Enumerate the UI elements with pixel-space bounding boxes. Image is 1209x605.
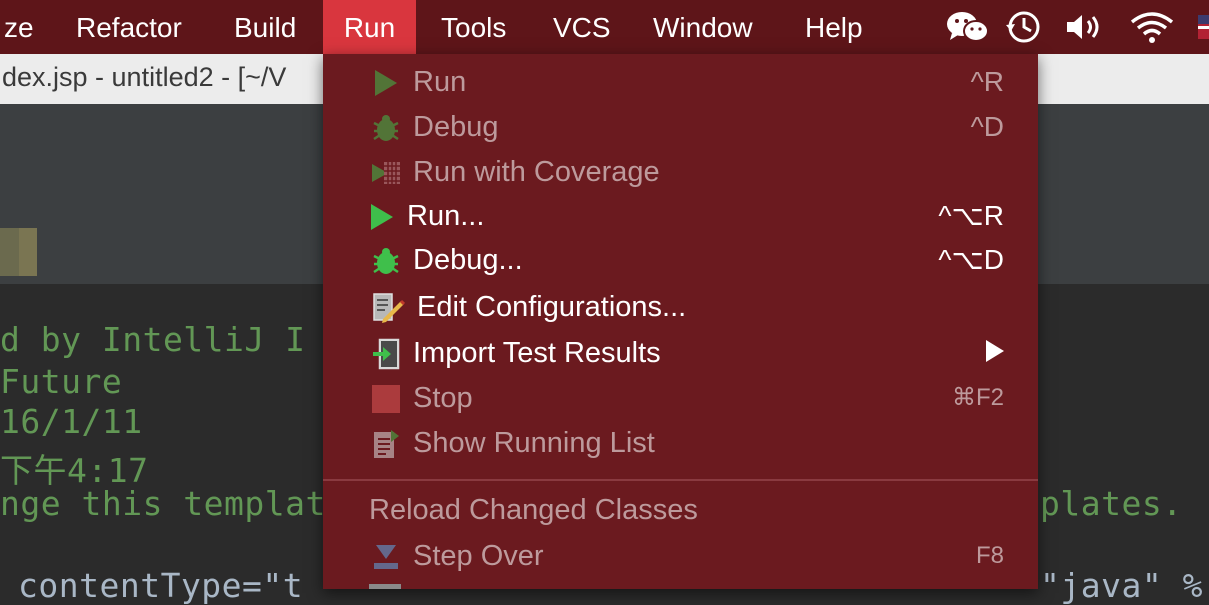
- menu-item-run-with-coverage[interactable]: Run with Coverage: [323, 150, 1038, 194]
- menu-item-stop[interactable]: Stop ⌘F2: [323, 376, 1038, 420]
- menu-tools[interactable]: Tools: [441, 0, 506, 54]
- menu-run[interactable]: Run: [323, 0, 416, 54]
- menu-item-label: Debug: [413, 111, 499, 143]
- stop-icon: [369, 382, 403, 416]
- menu-item-run[interactable]: Run ^R: [323, 60, 1038, 104]
- editor-tab[interactable]: [0, 228, 37, 276]
- code-line: 16/1/11: [0, 402, 143, 441]
- menu-item-debug[interactable]: Debug ^D: [323, 105, 1038, 149]
- menu-vcs[interactable]: VCS: [553, 0, 611, 54]
- menu-item-label: Run with Coverage: [413, 156, 660, 188]
- window-title: dex.jsp - untitled2 - [~/V: [2, 62, 287, 92]
- debug-icon: [369, 111, 403, 145]
- menu-refactor[interactable]: Refactor: [76, 0, 182, 54]
- shortcut: ^⌥D: [938, 244, 1004, 275]
- wifi-icon[interactable]: [1128, 9, 1176, 45]
- next-item-icon-partial: [369, 584, 401, 589]
- coverage-icon: [369, 156, 403, 190]
- code-line: Future: [0, 362, 123, 401]
- shortcut: ^R: [970, 66, 1004, 97]
- run-icon: [365, 200, 399, 234]
- code-line-right: plates.: [1040, 484, 1183, 523]
- shortcut: F8: [975, 542, 1004, 569]
- menu-item-label: Run: [413, 66, 467, 98]
- submenu-arrow-icon: [986, 340, 1004, 362]
- menu-item-show-running-list[interactable]: Show Running List: [323, 421, 1038, 465]
- menu-separator: [323, 479, 1038, 481]
- volume-icon[interactable]: [1062, 9, 1106, 45]
- menu-window[interactable]: Window: [653, 0, 753, 54]
- code-line: nge this templat: [0, 484, 326, 523]
- menu-item-edit-configurations[interactable]: Edit Configurations...: [323, 285, 1038, 329]
- debug-icon: [369, 244, 403, 278]
- menu-help[interactable]: Help: [805, 0, 863, 54]
- menu-item-label: Debug...: [413, 244, 523, 276]
- running-list-icon: [369, 427, 403, 461]
- menu-item-label: Import Test Results: [413, 337, 661, 369]
- menu-item-debug-dialog[interactable]: Debug... ^⌥D: [323, 238, 1038, 282]
- import-icon: [369, 337, 403, 371]
- time-machine-icon[interactable]: [1003, 9, 1043, 45]
- menu-item-label: Step Over: [413, 540, 544, 572]
- menu-item-run-dialog[interactable]: Run... ^⌥R: [323, 194, 1038, 238]
- code-line: contentType="t: [18, 566, 304, 605]
- step-over-icon: [369, 540, 403, 574]
- menu-analyze[interactable]: ze: [4, 0, 34, 54]
- menu-item-import-test-results[interactable]: Import Test Results: [323, 331, 1038, 375]
- run-icon: [369, 66, 403, 100]
- code-line-right: "java" %: [1040, 566, 1203, 605]
- menu-item-label: Show Running List: [413, 427, 655, 459]
- menu-item-label: Run...: [407, 200, 485, 232]
- menu-item-label: Stop: [413, 382, 473, 414]
- menu-build[interactable]: Build: [234, 0, 296, 54]
- menu-bar: ze Refactor Build Run Tools VCS Window H…: [0, 0, 1209, 54]
- run-menu-dropdown: Run ^R Debug ^D Run with Coverage Run...…: [323, 54, 1038, 589]
- shortcut: ^⌥R: [938, 200, 1004, 231]
- shortcut: ^D: [970, 111, 1004, 142]
- code-line: d by IntelliJ I: [0, 320, 306, 359]
- shortcut: ⌘F2: [951, 384, 1004, 411]
- wechat-icon[interactable]: [944, 9, 992, 45]
- menu-item-label: Edit Configurations...: [417, 291, 687, 323]
- edit-config-icon: [371, 291, 405, 325]
- menu-item-reload-changed-classes[interactable]: Reload Changed Classes: [369, 494, 698, 527]
- menu-item-step-over[interactable]: Step Over F8: [323, 534, 1038, 578]
- flag-icon[interactable]: [1198, 9, 1209, 45]
